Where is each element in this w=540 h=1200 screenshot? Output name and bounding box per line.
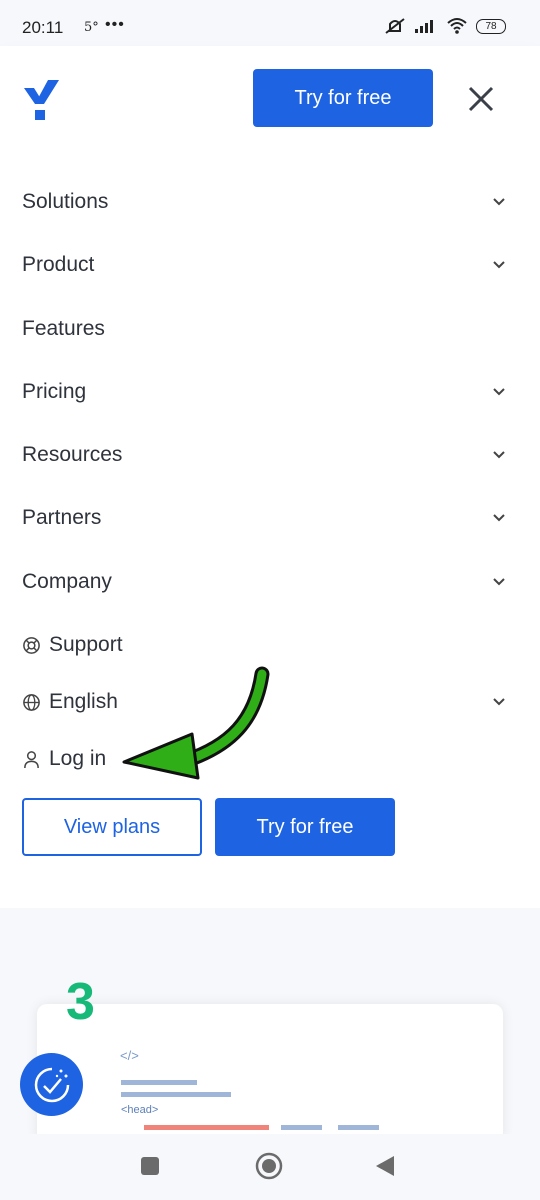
language-label: English [49, 690, 118, 713]
menu-item-label: Resources [22, 443, 123, 466]
status-bar: 20:11 5° ••• 78 [0, 0, 540, 46]
close-icon[interactable] [466, 84, 496, 114]
battery-icon: 78 [476, 18, 506, 34]
menu-item-features[interactable]: Features [22, 309, 512, 349]
mute-icon [385, 18, 405, 34]
chevron-down-icon [493, 578, 505, 586]
nav-menu-panel: Try for free Solutions Product Features … [0, 46, 540, 908]
head-tag-label: <head> [121, 1104, 159, 1116]
menu-item-label: Pricing [22, 380, 87, 403]
menu-item-label: Features [22, 317, 105, 340]
globe-icon [23, 693, 40, 711]
menu-item-solutions[interactable]: Solutions [22, 182, 512, 222]
menu-item-label: Solutions [22, 190, 109, 213]
back-icon[interactable] [374, 1155, 396, 1177]
status-time: 20:11 [22, 18, 64, 37]
login-label-group: Log in [22, 747, 106, 771]
page-content-preview: 3 </> <head> [0, 908, 540, 1144]
code-bar [281, 1125, 322, 1130]
brand-logo-icon[interactable] [22, 76, 62, 122]
code-line [121, 1080, 197, 1085]
menu-item-label: Partners [22, 506, 102, 529]
lifebuoy-icon [23, 636, 40, 654]
code-bar-highlight [144, 1125, 269, 1130]
chevron-down-icon [493, 698, 505, 706]
chevron-down-icon [493, 261, 505, 269]
menu-item-partners[interactable]: Partners [22, 498, 512, 538]
header-try-free-button[interactable]: Try for free [253, 69, 433, 127]
annotation-arrow-icon [122, 666, 270, 780]
code-tag-label: </> [120, 1048, 139, 1063]
view-plans-button[interactable]: View plans [22, 798, 202, 856]
signal-icon [415, 20, 433, 33]
chevron-down-icon [493, 198, 505, 206]
code-illustration-card [37, 1004, 503, 1144]
chevron-down-icon [493, 388, 505, 396]
chevron-down-icon [493, 451, 505, 459]
status-right: 78 [384, 17, 506, 35]
accessibility-button[interactable] [20, 1053, 83, 1116]
notification-dots: ••• [105, 16, 125, 33]
menu-item-company[interactable]: Company [22, 562, 512, 602]
code-bar [338, 1125, 379, 1130]
wifi-icon [447, 18, 467, 34]
language-label-group: English [22, 690, 118, 714]
code-line [121, 1092, 231, 1097]
status-indicator: 5° [84, 20, 99, 35]
menu-item-pricing[interactable]: Pricing [22, 372, 512, 412]
support-label: Support [49, 633, 123, 656]
menu-item-support[interactable]: Support [22, 625, 512, 665]
home-icon[interactable] [255, 1152, 283, 1180]
try-free-button[interactable]: Try for free [215, 798, 395, 856]
step-number: 3 [66, 973, 95, 1031]
login-label: Log in [49, 747, 107, 770]
menu-item-product[interactable]: Product [22, 245, 512, 285]
user-icon [24, 750, 39, 768]
accessibility-icon [34, 1067, 69, 1102]
system-nav-bar [0, 1134, 540, 1200]
menu-item-label: Company [22, 570, 112, 593]
chevron-down-icon [493, 514, 505, 522]
menu-item-resources[interactable]: Resources [22, 435, 512, 475]
menu-item-label: Product [22, 253, 95, 276]
recents-icon[interactable] [140, 1156, 160, 1176]
support-label-group: Support [22, 633, 123, 657]
